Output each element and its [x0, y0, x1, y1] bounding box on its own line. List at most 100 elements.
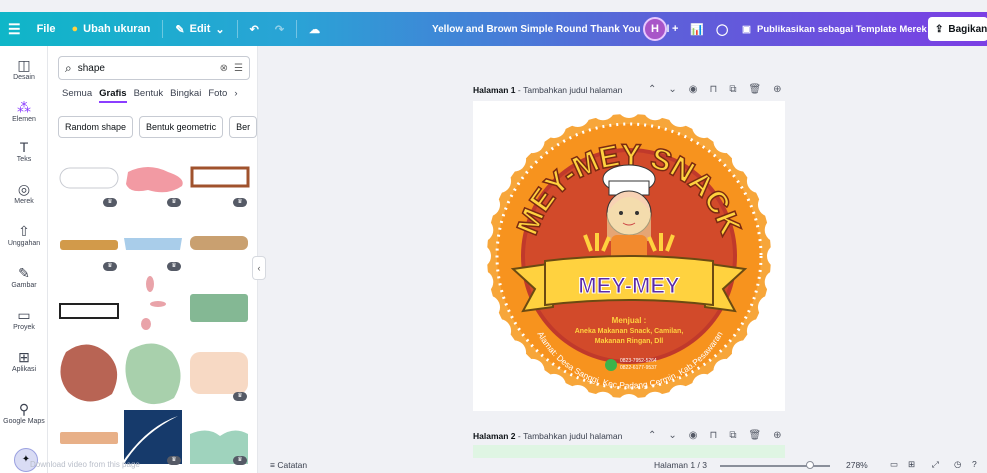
- category-tabs: Semua Grafis Bentuk Bingkai Foto ›: [62, 88, 238, 103]
- elements-panel: ⌕ shape ⊗ ☰ Semua Grafis Bentuk Bingkai …: [48, 46, 258, 473]
- cloud-save-button[interactable]: ☁: [301, 23, 328, 36]
- add-collaborator-button[interactable]: +: [672, 12, 678, 46]
- menu-button[interactable]: ☰: [0, 21, 29, 38]
- template-icon: ▣: [742, 23, 751, 35]
- add-page-icon[interactable]: ⊕: [773, 430, 781, 441]
- label-scallop: [746, 169, 771, 193]
- top-bar: ☰ File ● Ubah ukuran ✎ Edit ⌄ ↶ ↷ ☁ Yellow …: [0, 12, 987, 46]
- eye-icon[interactable]: ◉: [689, 84, 698, 95]
- map-pin-icon: ⚲: [18, 401, 30, 417]
- check-icon[interactable]: ◷: [954, 459, 961, 470]
- search-box[interactable]: ⌕ shape ⊗ ☰: [58, 56, 250, 80]
- page-1-header: Halaman 1 - Tambahkan judul halaman: [473, 85, 623, 95]
- label-scallop: [520, 358, 545, 383]
- filter-icon[interactable]: ☰: [234, 63, 243, 74]
- page-2-header: Halaman 2 - Tambahkan judul halaman: [473, 431, 623, 441]
- chevron-down-icon: ⌄: [215, 23, 225, 36]
- chevron-up-icon[interactable]: ⌃: [648, 84, 656, 95]
- page-1-canvas[interactable]: MEY-MEY SNACK MEY-MEY Menjual : Aneka Ma…: [467, 94, 791, 418]
- label-scallop: [476, 192, 501, 217]
- label-scallop: [487, 169, 512, 193]
- chevron-right-icon[interactable]: ›: [234, 88, 237, 103]
- rail-item-desain[interactable]: ◫ Desain: [0, 56, 48, 81]
- document-title[interactable]: Yellow and Brown Simple Round Thank You …: [432, 12, 669, 46]
- page-title-input[interactable]: Tambahkan judul halaman: [523, 431, 622, 441]
- rail-item-teks[interactable]: T Teks: [0, 138, 48, 163]
- graphics-grid[interactable]: [58, 164, 252, 469]
- page-counter[interactable]: Halaman 1 / 3: [654, 460, 707, 470]
- lock-icon[interactable]: ⊓: [710, 84, 718, 95]
- video-download-overlay[interactable]: Download video from this page: [30, 460, 140, 469]
- search-input[interactable]: shape: [78, 63, 214, 74]
- eye-icon[interactable]: ◉: [689, 430, 698, 441]
- share-icon: ⇪: [935, 23, 944, 35]
- label-scallop: [502, 340, 527, 365]
- trash-icon[interactable]: 🗑: [748, 430, 761, 441]
- chip-bentuk-geometric[interactable]: Bentuk geometric: [139, 116, 224, 138]
- label-scallop: [502, 147, 527, 172]
- chevron-up-icon[interactable]: ⌃: [648, 430, 656, 441]
- rail-item-unggahan[interactable]: ⇧ Unggahan: [0, 222, 48, 247]
- zoom-slider-handle[interactable]: [806, 461, 814, 469]
- rail-item-elemen[interactable]: ⁂ Elemen: [0, 98, 48, 123]
- undo-button[interactable]: ↶: [242, 23, 267, 36]
- edit-menu[interactable]: ✎ Edit ⌄: [167, 23, 232, 36]
- rail-item-gambar[interactable]: ✎ Gambar: [0, 264, 48, 289]
- bottom-bar: ≡ Catatan Halaman 1 / 3 278% ▭ ⊞ ⤢ ◷ ?: [258, 458, 987, 473]
- zoom-level[interactable]: 278%: [846, 460, 868, 470]
- chevron-down-icon[interactable]: ⌄: [668, 84, 676, 95]
- page-2-tools: ⌃ ⌄ ◉ ⊓ ⧉ 🗑 ⊕: [648, 430, 782, 441]
- page-title-input[interactable]: Tambahkan judul halaman: [523, 85, 622, 95]
- pages-view-icon[interactable]: ▭: [890, 459, 898, 470]
- apps-icon: ⊞: [18, 349, 30, 365]
- chip-more[interactable]: Ber: [229, 116, 257, 138]
- fullscreen-icon[interactable]: ⤢: [932, 459, 939, 470]
- redo-button[interactable]: ↷: [267, 23, 292, 36]
- label-scallop: [520, 129, 545, 154]
- tab-bentuk[interactable]: Bentuk: [134, 88, 164, 103]
- bar-chart-icon: 📊: [690, 23, 704, 36]
- clear-icon[interactable]: ⊗: [220, 63, 228, 74]
- page-2-canvas[interactable]: [473, 445, 785, 459]
- premium-badge-icon: ♛: [167, 198, 181, 207]
- avatar[interactable]: H: [643, 17, 667, 41]
- label-scallop: [731, 147, 756, 172]
- add-page-icon[interactable]: ⊕: [773, 84, 781, 95]
- publish-template-button[interactable]: ▣ Publikasikan sebagai Template Merek: [742, 12, 927, 46]
- duplicate-icon[interactable]: ⧉: [729, 430, 736, 441]
- collapse-panel-button[interactable]: ‹: [252, 256, 266, 280]
- comments-button[interactable]: ◯: [716, 12, 728, 46]
- grid-view-icon[interactable]: ⊞: [908, 459, 915, 470]
- tab-grafis[interactable]: Grafis: [99, 88, 127, 103]
- label-scallop: [757, 295, 782, 320]
- share-button[interactable]: ⇪ Bagikan: [928, 17, 987, 41]
- file-menu[interactable]: File: [29, 23, 64, 35]
- sparkle-icon: ✦: [21, 454, 31, 465]
- help-icon[interactable]: ?: [972, 459, 977, 469]
- analytics-button[interactable]: 📊: [690, 12, 704, 46]
- premium-badge-icon: ♛: [167, 262, 181, 271]
- resize-button[interactable]: ● Ubah ukuran: [64, 23, 159, 35]
- chevron-down-icon[interactable]: ⌄: [668, 430, 676, 441]
- duplicate-icon[interactable]: ⧉: [729, 84, 736, 95]
- tab-semua[interactable]: Semua: [62, 88, 92, 103]
- label-sell-line-1: Aneka Makanan Snack, Camilan,: [575, 328, 684, 335]
- rail-item-merek[interactable]: ◎ Merek: [0, 180, 48, 205]
- label-scallop: [692, 114, 716, 139]
- trash-icon[interactable]: 🗑: [748, 84, 761, 95]
- rail-item-aplikasi[interactable]: ⊞ Aplikasi: [0, 348, 48, 373]
- label-scallop: [565, 384, 590, 409]
- rail-item-proyek[interactable]: ▭ Proyek: [0, 306, 48, 331]
- suggestion-chips: Random shape Bentuk geometric Ber: [58, 116, 257, 138]
- lock-icon[interactable]: ⊓: [710, 430, 718, 441]
- tab-bingkai[interactable]: Bingkai: [170, 88, 201, 103]
- chip-random-shape[interactable]: Random shape: [58, 116, 134, 138]
- rail-item-google-maps[interactable]: ⚲ Google Maps: [0, 400, 48, 425]
- page-1-tools: ⌃ ⌄ ◉ ⊓ ⧉ 🗑 ⊕: [648, 84, 782, 95]
- cloud-icon: ☁: [309, 23, 321, 36]
- whatsapp-icon: [605, 359, 617, 371]
- tab-foto[interactable]: Foto: [208, 88, 227, 103]
- label-scallop: [565, 103, 590, 128]
- notes-button[interactable]: ≡ Catatan: [270, 460, 307, 470]
- label-artwork[interactable]: MEY-MEY SNACK MEY-MEY Menjual : Aneka Ma…: [467, 94, 791, 418]
